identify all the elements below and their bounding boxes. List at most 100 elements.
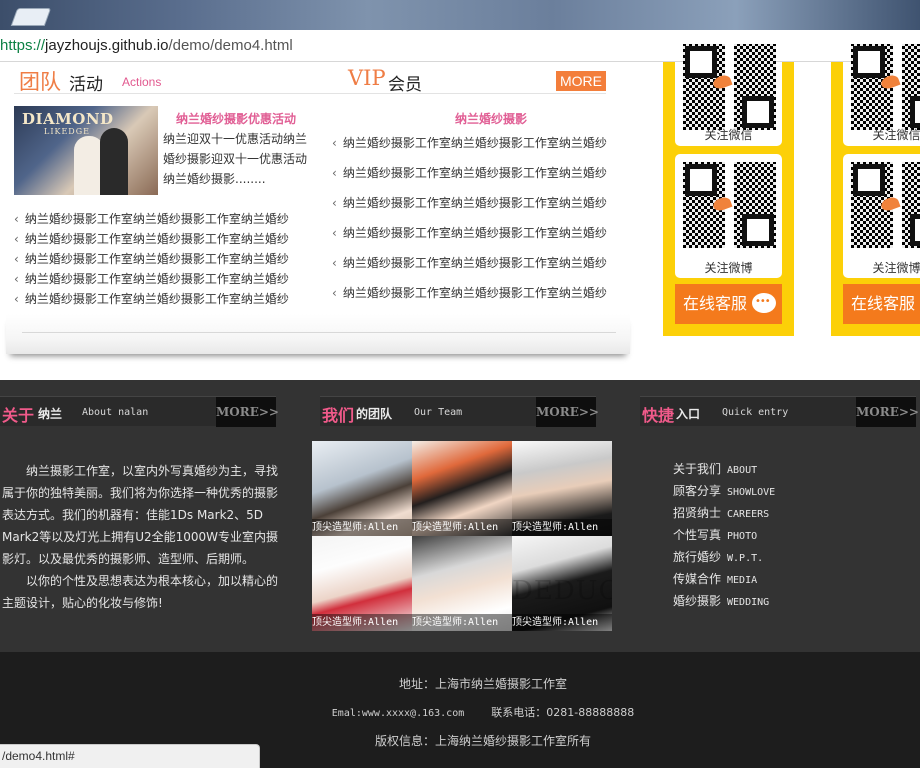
qr-label-wechat: 关注微信 (704, 128, 753, 142)
list-item-text: 纳兰婚纱摄影工作室纳兰婚纱摄影工作室纳兰婚纱 (342, 166, 607, 180)
groom-figure (100, 128, 128, 195)
list-item-text: 纳兰婚纱摄影工作室纳兰婚纱摄影工作室纳兰婚纱 (24, 272, 289, 286)
promo-image[interactable]: DIAMOND LIKEDGE (14, 106, 158, 195)
quick-title-2: 入口 (676, 407, 701, 421)
team-more-button[interactable]: MORE>> (536, 397, 599, 427)
list-item[interactable]: ‹ 纳兰婚纱摄影工作室纳兰婚纱摄影工作室纳兰婚纱 (332, 224, 612, 254)
team-header: 我们 的团队 Our Team MORE>> (320, 396, 599, 427)
quick-link-wpt[interactable]: 旅行婚纱 W.P.T. (673, 548, 775, 570)
photo-watermark: DEDUCI (512, 576, 612, 606)
quick-link-cn: 个性写真 (673, 528, 722, 542)
list-item[interactable]: ‹ 纳兰婚纱摄影工作室纳兰婚纱摄影工作室纳兰婚纱 (332, 254, 612, 284)
quick-link-cn: 关于我们 (673, 462, 722, 476)
url-scheme: https:// (0, 37, 46, 54)
vip-list-title[interactable]: 纳兰婚纱摄影 (455, 110, 527, 127)
quick-header: 快捷 入口 Quick entry MORE>> (640, 396, 919, 427)
quick-link-cn: 传媒合作 (673, 572, 722, 586)
online-service-label: 在线客服 (851, 294, 916, 313)
address-bar[interactable]: https://jayzhoujs.github.io/demo/demo4.h… (0, 30, 920, 62)
list-item[interactable]: ‹ 纳兰婚纱摄影工作室纳兰婚纱摄影工作室纳兰婚纱 (14, 270, 314, 290)
qr-label-wechat: 关注微信 (872, 128, 920, 142)
quick-entry-list: 关于我们 ABOUT 顾客分享 SHOWLOVE 招贤纳士 CAREERS 个性写真 P… (673, 460, 775, 614)
caret-icon: ‹ (14, 232, 19, 246)
quick-link-about[interactable]: 关于我们 ABOUT (673, 460, 775, 482)
quick-more-button[interactable]: MORE>> (856, 397, 919, 427)
list-item[interactable]: ‹ 纳兰婚纱摄影工作室纳兰婚纱摄影工作室纳兰婚纱 (332, 164, 612, 194)
caret-icon: ‹ (14, 292, 19, 306)
list-item-text: 纳兰婚纱摄影工作室纳兰婚纱摄影工作室纳兰婚纱 (24, 252, 289, 266)
url-text[interactable]: https://jayzhoujs.github.io/demo/demo4.h… (0, 37, 293, 54)
about-header: 关于 纳兰 About nalan MORE>> (0, 396, 279, 427)
quick-link-en: CAREERS (727, 509, 770, 520)
quick-link-cn: 顾客分享 (673, 484, 722, 498)
activity-header: 团队 活动 Actions VIP 会员 MORE (14, 66, 606, 95)
vip-news-list: ‹ 纳兰婚纱摄影工作室纳兰婚纱摄影工作室纳兰婚纱 ‹ 纳兰婚纱摄影工作室纳兰婚纱摄影… (332, 134, 612, 314)
quick-link-photo[interactable]: 个性写真 PHOTO (673, 526, 775, 548)
about-paragraph: 纳兰摄影工作室，以室内外写真婚纱为主，寻找属于你的独特美丽。我们将为你选择一种优… (2, 464, 279, 566)
chat-bubble-icon (752, 282, 776, 322)
online-service-button[interactable]: 在线客服 (843, 284, 920, 324)
about-paragraph: 以你的个性及思想表达为根本核心，加以精心的主题设计，贴心的化妆与修饰! (2, 574, 279, 610)
promo-title-link[interactable]: 纳兰婚纱摄影优惠活动 (176, 110, 296, 127)
about-more-button[interactable]: MORE>> (216, 397, 279, 427)
list-item[interactable]: ‹ 纳兰婚纱摄影工作室纳兰婚纱摄影工作室纳兰婚纱 (332, 134, 612, 164)
title-vip: VIP (348, 66, 386, 90)
list-item[interactable]: ‹ 纳兰婚纱摄影工作室纳兰婚纱摄影工作室纳兰婚纱 (14, 230, 314, 250)
browser-tab[interactable] (10, 8, 52, 26)
online-service-button[interactable]: 在线客服 (675, 282, 782, 324)
team-member-photo[interactable]: 顶尖造型师:Allen (412, 536, 512, 631)
team-member-caption: 顶尖造型师:Allen (512, 614, 612, 631)
promo-brand: DIAMOND (22, 110, 114, 128)
qr-card-wechat[interactable]: 关注微信 (843, 44, 920, 146)
quick-link-en: WEDDING (727, 597, 770, 608)
list-item-text: 纳兰婚纱摄影工作室纳兰婚纱摄影工作室纳兰婚纱 (342, 226, 607, 240)
caret-icon: ‹ (14, 252, 19, 266)
caret-icon: ‹ (14, 272, 19, 286)
list-item[interactable]: ‹ 纳兰婚纱摄影工作室纳兰婚纱摄影工作室纳兰婚纱 (14, 290, 314, 310)
tab-strip (0, 0, 920, 30)
list-item[interactable]: ‹ 纳兰婚纱摄影工作室纳兰婚纱摄影工作室纳兰婚纱 (14, 210, 314, 230)
team-member-photo[interactable]: 顶尖造型师:Allen (412, 441, 512, 536)
list-item-text: 纳兰婚纱摄影工作室纳兰婚纱摄影工作室纳兰婚纱 (24, 292, 289, 306)
list-item[interactable]: ‹ 纳兰婚纱摄影工作室纳兰婚纱摄影工作室纳兰婚纱 (14, 250, 314, 270)
caret-icon: ‹ (332, 286, 337, 300)
qr-card-weibo[interactable]: 关注微博 (675, 154, 782, 278)
footer-email-label: Emal: (331, 708, 362, 719)
qr-panel: 关注微信 关注微博 在线客服 (831, 44, 920, 336)
more-button[interactable]: MORE (556, 71, 606, 91)
about-title-en: About nalan (82, 407, 149, 418)
page-content: 团队 活动 Actions VIP 会员 MORE DIAMOND LIKEDG… (0, 44, 920, 768)
team-member-photo[interactable]: 顶尖造型师:Allen (312, 536, 412, 631)
list-item[interactable]: ‹ 纳兰婚纱摄影工作室纳兰婚纱摄影工作室纳兰婚纱 (332, 194, 612, 224)
list-item-text: 纳兰婚纱摄影工作室纳兰婚纱摄影工作室纳兰婚纱 (342, 286, 607, 300)
qr-panel: 关注微信 关注微博 在线客服 (663, 44, 794, 336)
quick-link-en: SHOWLOVE (727, 487, 776, 498)
footer-phone: 联系电话：0281-88888888 (491, 706, 635, 719)
team-member-photo[interactable]: 顶尖造型师:Allen (512, 441, 612, 536)
team-grid: 顶尖造型师:Allen 顶尖造型师:Allen 顶尖造型师:Allen 顶尖造型… (312, 441, 612, 631)
team-member-caption: 顶尖造型师:Allen (412, 519, 512, 536)
quick-title-en: Quick entry (722, 407, 789, 418)
caret-icon: ‹ (14, 212, 19, 226)
quick-link-media[interactable]: 传媒合作 MEDIA (673, 570, 775, 592)
quick-link-cn: 旅行婚纱 (673, 550, 722, 564)
shadow-divider (6, 314, 630, 354)
list-item-text: 纳兰婚纱摄影工作室纳兰婚纱摄影工作室纳兰婚纱 (342, 196, 607, 210)
team-member-photo[interactable]: DEDUCI 顶尖造型师:Allen (512, 536, 612, 631)
left-news-list: ‹ 纳兰婚纱摄影工作室纳兰婚纱摄影工作室纳兰婚纱 ‹ 纳兰婚纱摄影工作室纳兰婚纱摄影… (14, 210, 314, 310)
qr-card-wechat[interactable]: 关注微信 (675, 44, 782, 146)
quick-link-wedding[interactable]: 婚纱摄影 WEDDING (673, 592, 775, 614)
list-item[interactable]: ‹ 纳兰婚纱摄影工作室纳兰婚纱摄影工作室纳兰婚纱 (332, 284, 612, 314)
team-title-2: 的团队 (356, 407, 393, 421)
about-text: 纳兰摄影工作室，以室内外写真婚纱为主，寻找属于你的独特美丽。我们将为你选择一种优… (2, 460, 288, 614)
quick-link-careers[interactable]: 招贤纳士 CAREERS (673, 504, 775, 526)
info-section: 关于 纳兰 About nalan MORE>> 纳兰摄影工作室，以室内外写真婚… (0, 380, 920, 652)
footer-address: 地址：上海市纳兰婚摄影工作室 (398, 677, 567, 691)
quick-title-1: 快捷 (642, 406, 675, 425)
quick-link-showlove[interactable]: 顾客分享 SHOWLOVE (673, 482, 775, 504)
promo-brand-sub: LIKEDGE (44, 127, 90, 136)
caret-icon: ‹ (332, 196, 337, 210)
qr-card-weibo[interactable]: 关注微博 (843, 154, 920, 278)
team-member-photo[interactable]: 顶尖造型师:Allen (312, 441, 412, 536)
title-member: 会员 (388, 75, 422, 95)
